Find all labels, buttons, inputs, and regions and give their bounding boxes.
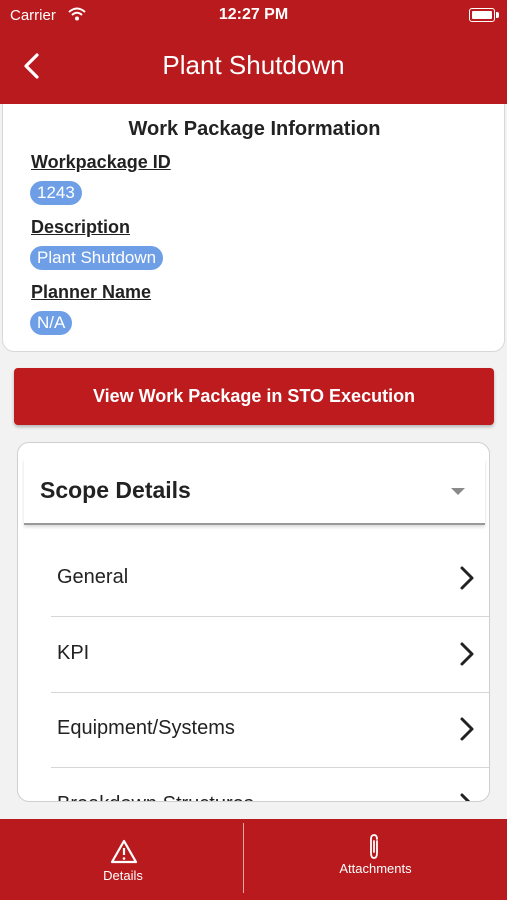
description-value: Plant Shutdown — [30, 246, 164, 270]
chevron-right-icon — [460, 566, 474, 590]
battery-icon — [469, 8, 499, 22]
scope-details-panel: Scope Details General KPI Equipment/Syst… — [17, 442, 490, 802]
work-package-info-card: Work Package Information Workpackage ID … — [2, 104, 505, 352]
page-title: Plant Shutdown — [162, 50, 345, 80]
scope-item-label: KPI — [57, 642, 90, 664]
status-bar: Carrier 12:27 PM — [0, 0, 507, 32]
view-work-package-button[interactable]: View Work Package in STO Execution — [14, 368, 494, 425]
description-label: Description — [31, 217, 131, 237]
scope-item-equipment-systems[interactable]: Equipment/Systems — [51, 692, 489, 768]
top-bar: Carrier 12:27 PM Plant Shutdown — [0, 0, 507, 104]
scope-item-breakdown-structures[interactable]: Breakdown Structures — [51, 768, 489, 801]
scope-item-label: Breakdown Structures — [57, 793, 254, 801]
paperclip-icon — [370, 834, 378, 859]
dropdown-arrow-icon — [451, 488, 465, 495]
scope-details-title: Scope Details — [40, 477, 191, 503]
chevron-right-icon — [460, 717, 474, 741]
tab-attachments-label: Attachments — [339, 861, 412, 876]
scope-item-kpi[interactable]: KPI — [51, 617, 489, 693]
chevron-right-icon — [460, 793, 471, 801]
scope-item-general[interactable]: General — [51, 541, 489, 617]
tab-details-label: Details — [103, 868, 143, 883]
status-time: 12:27 PM — [218, 6, 289, 23]
tab-bar: Details Attachments — [0, 819, 507, 900]
tab-details[interactable]: Details — [0, 819, 253, 900]
scope-item-label: General — [57, 566, 129, 588]
scope-item-label: Equipment/Systems — [57, 717, 235, 739]
workpackage-id-label: Workpackage ID — [31, 152, 171, 172]
warning-triangle-icon — [110, 839, 138, 864]
workpackage-id-value: 1243 — [30, 181, 82, 205]
chevron-right-icon — [460, 642, 474, 666]
planner-name-value: N/A — [30, 311, 73, 335]
scope-details-header[interactable]: Scope Details — [24, 459, 485, 525]
planner-name-label: Planner Name — [31, 282, 152, 302]
tab-attachments[interactable]: Attachments — [244, 819, 507, 900]
info-card-title: Work Package Information — [128, 118, 381, 140]
